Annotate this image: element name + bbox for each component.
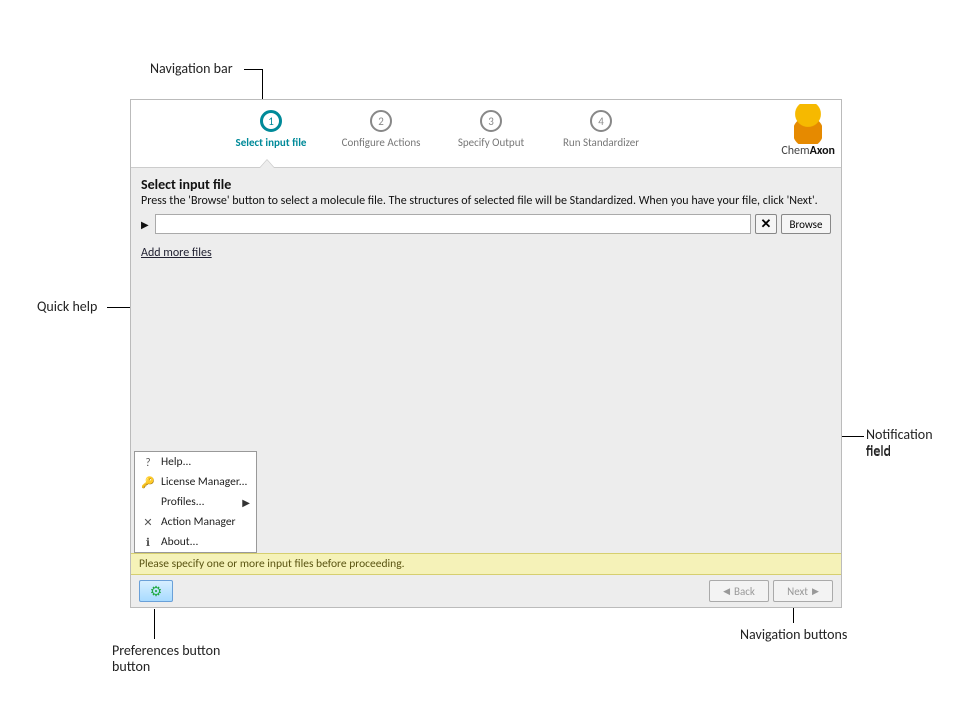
next-button[interactable]: Next ▶: [773, 580, 833, 602]
step-label: Select input file: [236, 136, 307, 149]
preferences-menu: ? Help... 🔑 License Manager... Profiles.…: [134, 451, 257, 553]
active-step-pointer-icon: [259, 159, 275, 168]
menu-item-label: License Manager...: [161, 475, 247, 489]
step-number-icon: 1: [260, 110, 282, 132]
file-path-input[interactable]: [155, 214, 751, 234]
menu-item-about[interactable]: ℹ About...: [135, 532, 256, 552]
menu-item-label: Profiles...: [161, 495, 204, 509]
menu-item-help[interactable]: ? Help...: [135, 452, 256, 472]
annotation-notification-field-2: field: [866, 442, 891, 459]
brand-logo: ChemAxon: [781, 104, 835, 158]
submenu-arrow-icon: ▶: [242, 496, 250, 509]
step-specify-output[interactable]: 3 Specify Output: [441, 110, 541, 149]
preferences-button[interactable]: ⚙: [139, 580, 173, 602]
quick-help-text: Press the 'Browse' button to select a mo…: [141, 194, 831, 208]
step-label: Run Standardizer: [563, 136, 639, 149]
info-icon: ℹ: [141, 536, 155, 549]
annotation-navigation-bar: Navigation bar: [150, 60, 233, 77]
menu-item-profiles[interactable]: Profiles... ▶: [135, 492, 256, 512]
tools-icon: ✕: [141, 516, 155, 529]
remove-file-button[interactable]: ✕: [755, 214, 777, 234]
back-label: Back: [734, 585, 755, 598]
step-label: Configure Actions: [342, 136, 421, 149]
file-row: ▶ ✕ Browse: [141, 214, 831, 234]
step-number-icon: 2: [370, 110, 392, 132]
step-number-icon: 3: [480, 110, 502, 132]
menu-item-label: Help...: [161, 455, 191, 469]
chemaxon-logo-icon: [794, 104, 822, 144]
help-icon: ?: [141, 456, 155, 469]
navigation-buttons: ◀ Back Next ▶: [709, 580, 833, 602]
menu-item-action-manager[interactable]: ✕ Action Manager: [135, 512, 256, 532]
app-window: 1 Select input file 2 Configure Actions …: [130, 99, 842, 608]
menu-item-label: Action Manager: [161, 515, 236, 529]
step-configure-actions[interactable]: 2 Configure Actions: [331, 110, 431, 149]
browse-button[interactable]: Browse: [781, 214, 831, 234]
annotation-navigation-buttons: Navigation buttons: [740, 626, 847, 643]
arrow-left-icon: ◀: [723, 586, 730, 597]
footer-bar: ⚙ ◀ Back Next ▶: [131, 575, 841, 607]
navigation-bar: 1 Select input file 2 Configure Actions …: [131, 100, 841, 168]
step-select-input-file[interactable]: 1 Select input file: [221, 110, 321, 149]
back-button[interactable]: ◀ Back: [709, 580, 769, 602]
gear-icon: ⚙: [150, 583, 163, 600]
annotation-preferences-button-2: button: [112, 658, 150, 675]
add-more-files-link[interactable]: Add more files: [141, 246, 212, 260]
notification-field: Please specify one or more input files b…: [131, 553, 841, 575]
menu-item-license-manager[interactable]: 🔑 License Manager...: [135, 472, 256, 492]
brand-name: ChemAxon: [781, 144, 835, 158]
expand-icon[interactable]: ▶: [141, 218, 149, 231]
wizard-steps: 1 Select input file 2 Configure Actions …: [221, 110, 651, 149]
step-number-icon: 4: [590, 110, 612, 132]
menu-item-label: About...: [161, 535, 198, 549]
arrow-right-icon: ▶: [812, 586, 819, 597]
annotation-quick-help: Quick help: [37, 298, 97, 315]
wizard-body: Select input file Press the 'Browse' but…: [131, 168, 841, 553]
step-label: Specify Output: [458, 136, 524, 149]
key-icon: 🔑: [141, 476, 155, 489]
next-label: Next: [787, 585, 808, 598]
panel-heading: Select input file: [141, 176, 831, 193]
annotation-preferences-button: Preferences button: [112, 642, 220, 659]
step-run-standardizer[interactable]: 4 Run Standardizer: [551, 110, 651, 149]
